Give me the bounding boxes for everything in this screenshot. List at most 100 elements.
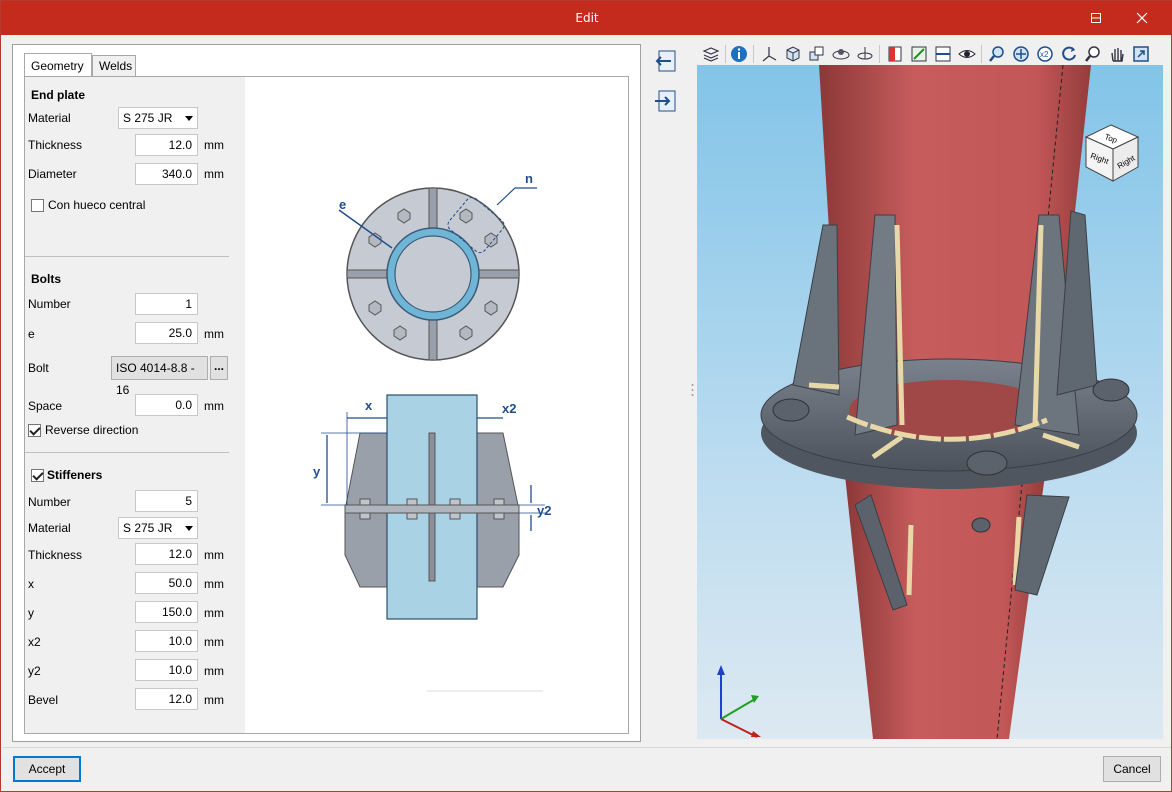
dialog-footer: Accept Cancel bbox=[3, 747, 1171, 791]
connection-diagram: n e x x2 y y2 bbox=[247, 85, 625, 725]
axes-button[interactable] bbox=[759, 44, 779, 64]
fit-view-button[interactable] bbox=[1131, 44, 1151, 64]
end-plate-material-value: S 275 JR bbox=[123, 111, 173, 125]
stiffeners-x-unit: mm bbox=[204, 577, 224, 591]
stiffeners-checkbox[interactable] bbox=[31, 469, 44, 482]
chevron-down-icon bbox=[185, 526, 193, 531]
bolt-more-button[interactable]: ... bbox=[210, 356, 228, 380]
bolt-label: Bolt bbox=[28, 361, 49, 375]
stiffeners-thickness-label: Thickness bbox=[28, 548, 83, 562]
title-bar: Edit bbox=[1, 1, 1172, 35]
pan-button[interactable] bbox=[1107, 44, 1127, 64]
end-plate-thickness-unit: mm bbox=[204, 138, 224, 152]
label-x: x bbox=[365, 398, 373, 413]
end-plate-thickness-label: Thickness bbox=[28, 138, 83, 152]
export-button[interactable] bbox=[651, 87, 681, 117]
stiffeners-y-input[interactable]: 150.0 bbox=[135, 601, 198, 623]
splitter-grip[interactable] bbox=[691, 383, 694, 397]
stiffeners-y2-label: y2 bbox=[28, 664, 41, 678]
tab-welds-label: Welds bbox=[99, 59, 133, 73]
import-left-icon bbox=[655, 50, 676, 72]
tab-geometry-label: Geometry bbox=[31, 59, 84, 73]
view-cube-icon: Top Right Right bbox=[1084, 124, 1140, 182]
fit-view-icon bbox=[1133, 46, 1149, 62]
maximize-icon bbox=[1091, 13, 1101, 23]
axes-icon bbox=[762, 47, 777, 62]
visibility-button[interactable] bbox=[957, 44, 977, 64]
grid-button[interactable] bbox=[909, 44, 929, 64]
stiffeners-material-value: S 275 JR bbox=[123, 521, 173, 535]
close-button[interactable] bbox=[1119, 1, 1165, 35]
stiffener-upper-1 bbox=[792, 224, 840, 396]
window-title: Edit bbox=[575, 11, 599, 25]
cancel-button[interactable]: Cancel bbox=[1103, 756, 1161, 782]
central-hole-checkbox[interactable] bbox=[31, 199, 44, 212]
stiffeners-x2-unit: mm bbox=[204, 635, 224, 649]
zoom-window-button[interactable] bbox=[987, 44, 1007, 64]
bolts-title: Bolts bbox=[31, 272, 61, 286]
rotate-button[interactable] bbox=[855, 44, 875, 64]
plane-button[interactable] bbox=[933, 44, 953, 64]
zoom-x2-icon: x2 bbox=[1037, 46, 1053, 62]
end-plate-material-select[interactable]: S 275 JR bbox=[118, 107, 198, 129]
close-icon bbox=[1136, 12, 1148, 24]
diagram-svg: n e x x2 y y2 bbox=[313, 171, 551, 692]
bolts-e-input[interactable]: 25.0 bbox=[135, 322, 198, 344]
stiffeners-material-label: Material bbox=[28, 521, 71, 535]
bolts-number-input[interactable]: 1 bbox=[135, 293, 198, 315]
cube-view-button[interactable] bbox=[783, 44, 803, 64]
rotate-icon bbox=[857, 47, 873, 60]
reverse-direction-label: Reverse direction bbox=[45, 423, 139, 437]
view-toolbar: x2 bbox=[697, 41, 1163, 67]
tab-geometry[interactable]: Geometry bbox=[24, 53, 92, 76]
eye-icon bbox=[958, 50, 976, 58]
geometry-tab-content: End plate Material S 275 JR Thickness 12… bbox=[24, 76, 629, 734]
accept-button[interactable]: Accept bbox=[13, 756, 81, 782]
import-button[interactable] bbox=[651, 47, 681, 77]
tube-inner bbox=[394, 235, 472, 313]
space-unit: mm bbox=[204, 399, 224, 413]
section-icon bbox=[888, 46, 902, 62]
maximize-button-icon-holder[interactable] bbox=[1073, 1, 1119, 35]
geometry-form: End plate Material S 275 JR Thickness 12… bbox=[25, 77, 245, 733]
zoom-x2-button[interactable]: x2 bbox=[1035, 44, 1055, 64]
section-button[interactable] bbox=[885, 44, 905, 64]
reverse-direction-checkbox[interactable] bbox=[28, 424, 41, 437]
multi-cube-icon bbox=[809, 46, 824, 61]
stiffeners-number-input[interactable]: 5 bbox=[135, 490, 198, 512]
stiffeners-y-unit: mm bbox=[204, 606, 224, 620]
bolt-type-button[interactable]: ISO 4014-8.8 - 16 bbox=[111, 356, 208, 397]
stiffeners-x2-input[interactable]: 10.0 bbox=[135, 630, 198, 652]
zoom-button[interactable] bbox=[1083, 44, 1103, 64]
zoom-all-button[interactable] bbox=[1011, 44, 1031, 64]
end-plate-title: End plate bbox=[31, 88, 86, 102]
bolts-e-unit: mm bbox=[204, 327, 224, 341]
tab-welds[interactable]: Welds bbox=[92, 55, 136, 77]
stiffeners-material-select[interactable]: S 275 JR bbox=[118, 517, 198, 539]
stiffeners-number-label: Number bbox=[28, 495, 71, 509]
orbit-button[interactable] bbox=[831, 44, 851, 64]
stiffeners-x-input[interactable]: 50.0 bbox=[135, 572, 198, 594]
end-plate-thickness-input[interactable]: 12.0 bbox=[135, 134, 198, 156]
label-y2: y2 bbox=[537, 503, 551, 518]
space-input[interactable]: 0.0 bbox=[135, 394, 198, 416]
divider bbox=[25, 452, 229, 453]
layers-button[interactable] bbox=[701, 44, 721, 64]
end-plate-elevation bbox=[344, 504, 520, 514]
end-plate-diameter-label: Diameter bbox=[28, 167, 77, 181]
stiffeners-bevel-input[interactable]: 12.0 bbox=[135, 688, 198, 710]
multi-cube-button[interactable] bbox=[807, 44, 827, 64]
end-plate-diameter-unit: mm bbox=[204, 167, 224, 181]
info-button[interactable] bbox=[729, 44, 749, 64]
stiffeners-thickness-input[interactable]: 12.0 bbox=[135, 543, 198, 565]
orbit-icon bbox=[832, 49, 850, 60]
divider bbox=[25, 256, 229, 257]
3d-viewport[interactable]: Top Right Right bbox=[697, 65, 1163, 739]
stiffeners-y-label: y bbox=[28, 606, 34, 620]
end-plate-diameter-input[interactable]: 340.0 bbox=[135, 163, 198, 185]
end-plate-material-label: Material bbox=[28, 111, 71, 125]
view-cube[interactable]: Top Right Right bbox=[1083, 123, 1143, 185]
stiffeners-y2-input[interactable]: 10.0 bbox=[135, 659, 198, 681]
stiffeners-bevel-unit: mm bbox=[204, 693, 224, 707]
refresh-zoom-button[interactable] bbox=[1059, 44, 1079, 64]
